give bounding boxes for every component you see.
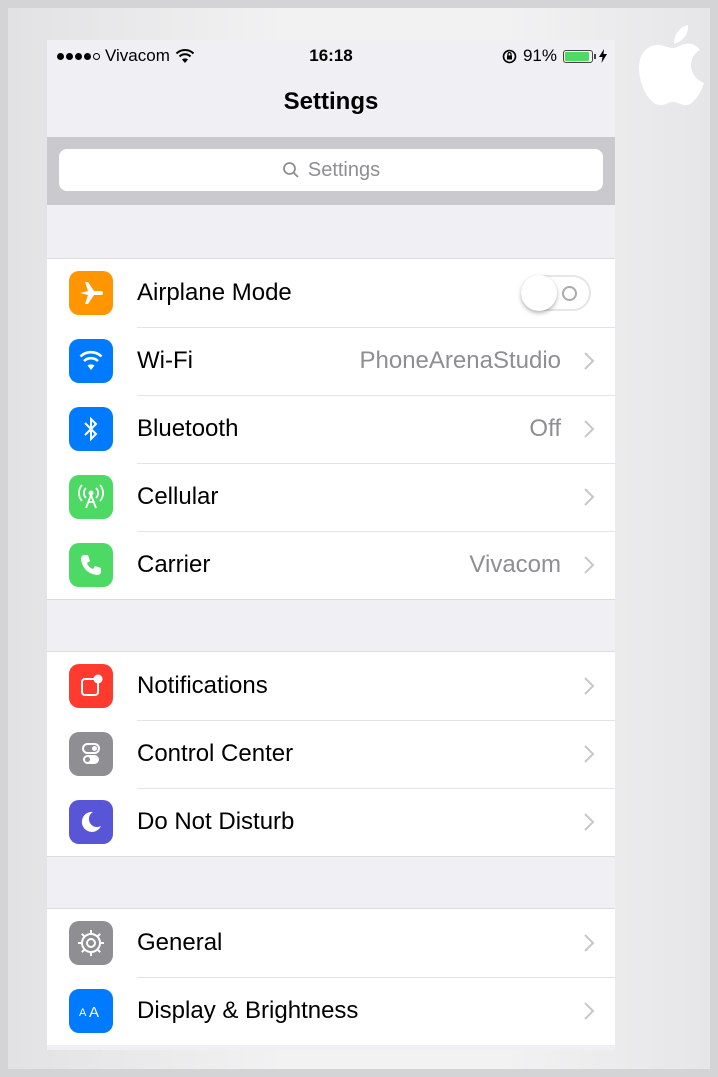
- settings-row-label: Do Not Disturb: [137, 808, 295, 835]
- cellular-antenna-icon: [69, 475, 113, 519]
- rotation-lock-icon: [502, 49, 517, 63]
- settings-group-notifications: Notifications Control Center Do Not Dist…: [47, 651, 615, 857]
- moon-icon: [69, 800, 113, 844]
- chevron-right-icon: [584, 677, 595, 695]
- settings-row-general[interactable]: General: [47, 909, 615, 977]
- settings-group-general: General A A Display & Brightness: [47, 908, 615, 1045]
- settings-row-label: Wi-Fi: [137, 347, 193, 374]
- status-bar: Vivacom 16:18 91%: [47, 40, 615, 72]
- chevron-right-icon: [584, 745, 595, 763]
- phone-icon: [69, 543, 113, 587]
- page-title: Settings: [283, 88, 379, 115]
- settings-row-label: General: [137, 929, 223, 956]
- settings-row-label: Control Center: [137, 740, 294, 767]
- display-brightness-icon: A A: [69, 989, 113, 1033]
- chevron-right-icon: [584, 934, 595, 952]
- settings-row-cellular[interactable]: Cellular: [47, 463, 615, 531]
- phone-screen: Vivacom 16:18 91% Settings Settings Airp…: [47, 40, 615, 1050]
- airplane-mode-toggle[interactable]: [521, 275, 591, 311]
- chevron-right-icon: [584, 1002, 595, 1020]
- settings-row-value: PhoneArenaStudio: [359, 347, 562, 374]
- search-input[interactable]: Settings: [59, 149, 603, 191]
- battery-percent: 91%: [522, 46, 557, 65]
- settings-row-label: Airplane Mode: [137, 279, 292, 306]
- wifi-icon: [69, 339, 113, 383]
- settings-row-label: Bluetooth: [137, 415, 239, 442]
- control-center-icon: [69, 732, 113, 776]
- search-bar: Settings: [47, 137, 615, 205]
- settings-row-value: Off: [529, 415, 561, 442]
- settings-row-display-brightness[interactable]: A A Display & Brightness: [47, 977, 615, 1045]
- airplane-icon: [69, 271, 113, 315]
- notifications-icon: [69, 664, 113, 708]
- settings-row-wifi[interactable]: Wi-Fi PhoneArenaStudio: [47, 327, 615, 395]
- apple-logo-icon: [639, 25, 704, 106]
- battery-icon: [563, 49, 596, 63]
- settings-group-connectivity: Airplane Mode Wi-Fi PhoneArenaStudio Blu…: [47, 258, 615, 600]
- svg-text:A: A: [79, 1007, 87, 1019]
- settings-row-do-not-disturb[interactable]: Do Not Disturb: [47, 788, 615, 856]
- search-placeholder: Settings: [307, 158, 381, 181]
- settings-row-label: Display & Brightness: [137, 997, 359, 1024]
- search-icon: [282, 162, 299, 178]
- gear-icon: [69, 921, 113, 965]
- settings-row-label: Notifications: [137, 672, 268, 699]
- bluetooth-icon: [69, 407, 113, 451]
- chevron-right-icon: [584, 556, 595, 574]
- chevron-right-icon: [584, 352, 595, 370]
- charging-bolt-icon: [599, 49, 607, 63]
- chevron-right-icon: [584, 420, 595, 438]
- settings-row-label: Cellular: [137, 483, 219, 510]
- chevron-right-icon: [584, 813, 595, 831]
- settings-row-notifications[interactable]: Notifications: [47, 652, 615, 720]
- chevron-right-icon: [584, 488, 595, 506]
- settings-row-airplane-mode[interactable]: Airplane Mode: [47, 259, 615, 327]
- settings-row-control-center[interactable]: Control Center: [47, 720, 615, 788]
- settings-row-carrier[interactable]: Carrier Vivacom: [47, 531, 615, 599]
- settings-row-bluetooth[interactable]: Bluetooth Off: [47, 395, 615, 463]
- settings-row-label: Carrier: [137, 551, 211, 578]
- settings-row-value: Vivacom: [469, 551, 561, 578]
- svg-text:A: A: [89, 1004, 99, 1021]
